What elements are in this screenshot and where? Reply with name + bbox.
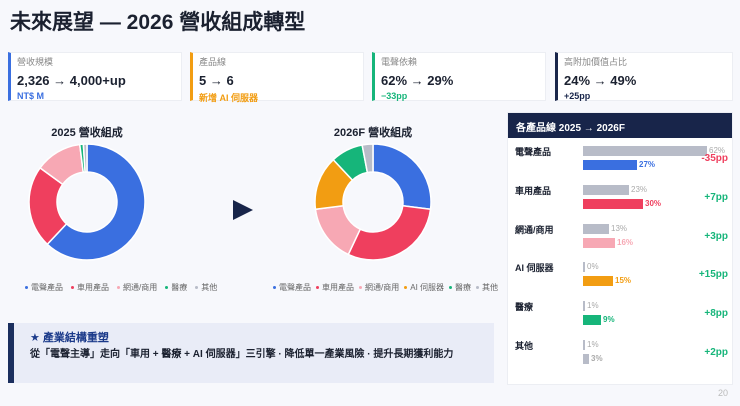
legend-2026: 電聲產品 車用產品 網通/商用 AI 伺服器 醫療 其他 <box>273 282 498 293</box>
donut-chart-2025 <box>28 143 146 261</box>
bar-2025 <box>583 184 629 195</box>
product-row: 醫療 1% 9% +8pp <box>508 300 734 336</box>
delta-value: +15pp <box>698 269 728 281</box>
pct-2025: 1% <box>587 340 599 349</box>
pct-2026: 16% <box>617 237 634 247</box>
kpi-label: 產品線 <box>199 57 227 67</box>
row-label: 電聲產品 <box>515 147 552 157</box>
delta-value: +2pp <box>704 347 728 358</box>
legend-item: 其他 <box>195 282 217 293</box>
kpi-value: 2,326 → 4,000+up <box>17 73 126 88</box>
panel-title: 各產品線 2025 → 2026F <box>508 113 732 138</box>
pct-2026: 15% <box>615 276 632 286</box>
pct-2026: 9% <box>603 315 615 325</box>
donut-slice <box>372 143 432 211</box>
pct-2026: 27% <box>639 160 656 169</box>
callout-heading: ★ 產業結構重塑 <box>30 332 109 344</box>
product-row: 網通/商用 13% 16% +3pp <box>508 223 734 259</box>
legend-item: 醫療 <box>165 282 187 293</box>
kpi-sub: +25pp <box>564 91 591 101</box>
delta-value: +3pp <box>704 230 728 242</box>
kpi-sub: −33pp <box>381 91 408 101</box>
legend-item: AI 伺服器 <box>404 282 444 293</box>
kpi-value: 24% → 49% <box>564 73 637 88</box>
kpi-value: 62% → 29% <box>381 73 454 88</box>
legend-item: 車用產品 <box>316 282 354 293</box>
legend-item: 其他 <box>476 282 498 293</box>
callout-text: 從「電聲主導」走向「車用 + 醫療 + AI 伺服器」三引擎 · 降低單一產業風… <box>30 349 454 360</box>
product-row: 其他 1% 3% +2pp <box>508 339 734 375</box>
arrow-right-icon <box>233 200 253 220</box>
pct-2025: 1% <box>587 301 599 311</box>
bar-2026 <box>583 354 589 364</box>
chart-title-2026: 2026F 營收組成 <box>333 127 413 139</box>
delta-value: +7pp <box>704 191 728 203</box>
bar-2026 <box>583 276 613 287</box>
kpi-label: 營收規模 <box>17 57 54 67</box>
legend-item: 車用產品 <box>71 282 109 293</box>
legend-item: 網通/商用 <box>117 282 157 293</box>
bar-2026 <box>583 237 615 248</box>
kpi-sub: NT$ M <box>17 91 44 101</box>
product-row: 車用產品 23% 30% +7pp <box>508 184 734 220</box>
row-label: 其他 <box>515 341 534 351</box>
legend-item: 電聲產品 <box>25 282 63 293</box>
pct-2025: 0% <box>587 262 599 272</box>
row-label: 醫療 <box>515 302 534 313</box>
pct-2026: 3% <box>591 354 603 363</box>
kpi-card: 產品線 5 → 6 新增 AI 伺服器 <box>190 52 364 103</box>
row-label: 網通/商用 <box>515 224 554 235</box>
kpi-label: 高附加價值占比 <box>564 57 628 67</box>
legend-2025: 電聲產品 車用產品 網通/商用 醫療 其他 <box>25 282 217 293</box>
page-number: 20 <box>717 388 728 398</box>
bar-2026 <box>583 315 601 326</box>
legend-item: 電聲產品 <box>273 282 311 293</box>
donut-slice <box>347 204 432 261</box>
kpi-card: 高附加價值占比 24% → 49% +25pp <box>555 52 733 101</box>
bar-2026 <box>583 198 643 209</box>
delta-value: -35pp <box>701 153 728 164</box>
pct-2026: 30% <box>645 198 662 208</box>
page-title: 未來展望 — 2026 營收組成轉型 <box>10 11 306 34</box>
row-label: 車用產品 <box>515 185 552 196</box>
legend-item: 網通/商用 <box>359 282 399 293</box>
bar-2025 <box>583 340 585 350</box>
callout-box: ★ 產業結構重塑 從「電聲主導」走向「車用 + 醫療 + AI 伺服器」三引擎 … <box>8 323 494 383</box>
bar-2025 <box>583 262 585 273</box>
row-label: AI 伺服器 <box>515 263 554 274</box>
kpi-label: 電聲依賴 <box>381 57 418 67</box>
delta-value: +8pp <box>704 308 728 320</box>
kpi-card: 營收規模 2,326 → 4,000+up NT$ M <box>8 52 182 101</box>
kpi-value: 5 → 6 <box>199 73 234 88</box>
pct-2025: 23% <box>631 184 648 194</box>
bar-2025 <box>583 301 585 312</box>
product-row: 電聲產品 62% 27% -35pp <box>508 145 734 181</box>
legend-item: 醫療 <box>449 282 471 293</box>
bar-2026 <box>583 160 637 170</box>
product-line-panel: 各產品線 2025 → 2026F 電聲產品 62% 27% -35pp 車用產品… <box>507 112 733 385</box>
bar-2025 <box>583 223 609 234</box>
kpi-sub: 新增 AI 伺服器 <box>199 93 259 103</box>
product-row: AI 伺服器 0% 15% +15pp <box>508 261 734 297</box>
bar-2025 <box>583 146 707 156</box>
donut-chart-2026 <box>314 143 432 261</box>
chart-title-2025: 2025 營收組成 <box>51 127 123 139</box>
kpi-card: 電聲依賴 62% → 29% −33pp <box>372 52 546 101</box>
pct-2025: 13% <box>611 223 628 233</box>
